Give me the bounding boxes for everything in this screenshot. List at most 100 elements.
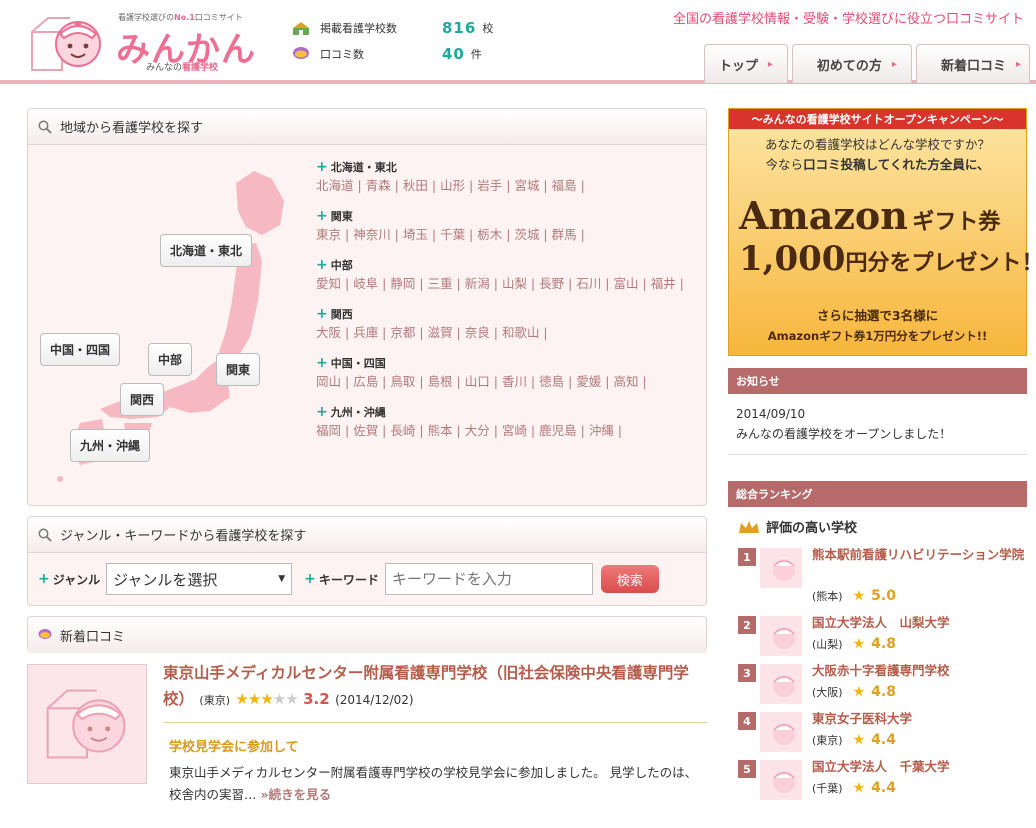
region-group: + 中国・四国 岡山 | 広島 | 鳥取 | 島根 | 山口 | 香川 | 徳島 |… [316, 355, 696, 392]
plus-icon: + [316, 257, 328, 273]
ranking-item[interactable]: 2 国立大学法人 山梨大学 (山梨) ★ 4.8 [736, 612, 1027, 660]
prefecture-link[interactable]: 千葉 [440, 227, 465, 242]
prefecture-link[interactable]: 長野 [539, 276, 564, 291]
prefecture-link[interactable]: 福岡 [316, 423, 341, 438]
nav-tab-first-time[interactable]: 初めての方 ▸ [791, 44, 912, 83]
rank-number: 1 [738, 548, 756, 566]
prefecture-link[interactable]: 岡山 [316, 374, 341, 389]
ranking-score: 4.4 [871, 780, 896, 796]
ranking-item[interactable]: 3 大阪赤十字看護専門学校 (大阪) ★ 4.8 [736, 660, 1027, 708]
campaign-banner[interactable]: ～みんなの看護学校サイトオープンキャンペーン～ あなたの看護学校はどんな学校です… [728, 108, 1036, 356]
prefecture-link[interactable]: 佐賀 [353, 423, 378, 438]
genre-select[interactable]: ジャンルを選択 ▼ [106, 563, 293, 595]
ranking-pref: (千葉) [812, 782, 843, 795]
prefecture-link[interactable]: 熊本 [428, 423, 453, 438]
prefecture-link[interactable]: 埼玉 [403, 227, 428, 242]
nurse-mascot-icon [46, 689, 126, 759]
prefecture-link[interactable]: 福井 [651, 276, 676, 291]
prefecture-link[interactable]: 島根 [428, 374, 453, 389]
ranking-item[interactable]: 5 国立大学法人 千葉大学 (千葉) ★ 4.4 [736, 756, 1027, 804]
prefecture-link[interactable]: 宮城 [514, 178, 539, 193]
prefecture-link[interactable]: 鹿児島 [539, 423, 577, 438]
search-button[interactable]: 検索 [600, 565, 659, 593]
nav-tab-new-reviews[interactable]: 新着口コミ ▸ [915, 44, 1030, 83]
prefecture-link[interactable]: 兵庫 [353, 325, 378, 340]
prefecture-link[interactable]: 宮崎 [502, 423, 527, 438]
prefecture-link[interactable]: 山口 [465, 374, 490, 389]
map-button-chugoku-shikoku[interactable]: 中国・四国 [40, 333, 121, 366]
prefecture-link[interactable]: 福島 [552, 178, 577, 193]
prefecture-link[interactable]: 大分 [465, 423, 490, 438]
keyword-input[interactable] [384, 563, 593, 595]
prefecture-link[interactable]: 栃木 [477, 227, 502, 242]
read-more-link[interactable]: »続きを見る [261, 787, 332, 802]
logo-subtitle: みんなの看護学校 [146, 63, 219, 73]
prefecture-link[interactable]: 群馬 [552, 227, 577, 242]
plus-icon: + [304, 571, 316, 587]
ranking-school-name[interactable]: 国立大学法人 山梨大学 [812, 612, 1026, 633]
ranking-school-name[interactable]: 国立大学法人 千葉大学 [812, 756, 1026, 777]
prefecture-link[interactable]: 徳島 [539, 374, 564, 389]
rank-number: 3 [738, 664, 756, 682]
prefecture-link[interactable]: 京都 [390, 325, 415, 340]
prefecture-link[interactable]: 北海道 [316, 178, 354, 193]
ranking-score: 4.8 [871, 636, 896, 652]
review-headline[interactable]: 学校見学会に参加して [169, 736, 299, 755]
magnifier-icon [38, 528, 52, 542]
plus-icon: + [38, 571, 50, 587]
prefecture-link[interactable]: 広島 [353, 374, 378, 389]
ranking-item[interactable]: 1 熊本駅前看護リハビリテーション学院 (熊本) ★ 5.0 [736, 544, 1027, 612]
map-button-chubu[interactable]: 中部 [148, 343, 193, 376]
arrow-right-icon: ▸ [1015, 58, 1021, 70]
prefecture-link[interactable]: 沖縄 [589, 423, 614, 438]
ranking-subtitle: 評価の高い学校 [728, 507, 1027, 544]
prefecture-link[interactable]: 愛知 [316, 276, 341, 291]
prefecture-link[interactable]: 神奈川 [353, 227, 391, 242]
prefecture-link[interactable]: 秋田 [403, 178, 428, 193]
prefecture-link[interactable]: 山梨 [502, 276, 527, 291]
prefecture-link[interactable]: 滋賀 [428, 325, 453, 340]
prefecture-link[interactable]: 新潟 [465, 276, 490, 291]
map-button-kanto[interactable]: 関東 [216, 353, 261, 386]
map-button-kyushu-okinawa[interactable]: 九州・沖縄 [70, 429, 151, 462]
prefecture-link[interactable]: 茨城 [514, 227, 539, 242]
prefecture-link[interactable]: 岩手 [477, 178, 502, 193]
site-logo[interactable]: 看護学校選びのNo.1口コミサイト みんかん みんなの看護学校 [30, 6, 270, 73]
ranking-item[interactable]: 4 東京女子医科大学 (東京) ★ 4.4 [736, 708, 1027, 756]
news-text[interactable]: みんなの看護学校をオープンしました！ [736, 424, 1019, 444]
prefecture-link[interactable]: 山形 [440, 178, 465, 193]
ranking-school-name[interactable]: 大阪赤十字看護専門学校 [812, 660, 1026, 681]
prefecture-link[interactable]: 高知 [614, 374, 639, 389]
prefecture-link[interactable]: 愛媛 [576, 374, 601, 389]
prefecture-link[interactable]: 奈良 [465, 325, 490, 340]
prefecture-link[interactable]: 鳥取 [390, 374, 415, 389]
ranking-school-name[interactable]: 熊本駅前看護リハビリテーション学院 [812, 544, 1026, 565]
school-thumbnail[interactable] [27, 664, 147, 784]
prefecture-links: 東京 | 神奈川 | 埼玉 | 千葉 | 栃木 | 茨城 | 群馬 | [316, 227, 585, 242]
prefecture-link[interactable]: 石川 [576, 276, 601, 291]
review-school-title[interactable]: 東京山手メディカルセンター附属看護専門学校（旧社会保険中央看護専門学校） (東京… [163, 660, 707, 714]
prefecture-link[interactable]: 静岡 [390, 276, 415, 291]
genre-label: + ジャンル [38, 571, 101, 587]
region-list: + 北海道・東北 北海道 | 青森 | 秋田 | 山形 | 岩手 | 宮城 | 福島… [316, 159, 696, 453]
prefecture-link[interactable]: 香川 [502, 374, 527, 389]
ranking-pref: (熊本) [812, 590, 843, 603]
prefecture-link[interactable]: 大阪 [316, 325, 341, 340]
map-button-hokkaido-tohoku[interactable]: 北海道・東北 [160, 234, 253, 267]
region-group: + 中部 愛知 | 岐阜 | 静岡 | 三重 | 新潟 | 山梨 | 長野 | 石川… [316, 257, 696, 294]
prefecture-link[interactable]: 東京 [316, 227, 341, 242]
nurse-mascot-icon [760, 712, 802, 752]
nav-tab-top[interactable]: トップ ▸ [703, 44, 788, 83]
ranking-school-name[interactable]: 東京女子医科大学 [812, 708, 1026, 729]
prefecture-link[interactable]: 岐阜 [353, 276, 378, 291]
prefecture-link[interactable]: 青森 [366, 178, 391, 193]
speech-bubble-icon [38, 629, 52, 639]
news-header: お知らせ [728, 368, 1027, 394]
prefecture-link[interactable]: 三重 [428, 276, 453, 291]
dropdown-arrow-icon: ▼ [278, 574, 286, 584]
prefecture-link[interactable]: 富山 [614, 276, 639, 291]
map-button-kansai[interactable]: 関西 [120, 383, 165, 416]
region-search-panel: 地域から看護学校を探す 北海道・東北 中国・四国 中部 関東 関西 九州・沖縄 … [27, 108, 707, 506]
prefecture-link[interactable]: 和歌山 [502, 325, 540, 340]
prefecture-link[interactable]: 長崎 [390, 423, 415, 438]
